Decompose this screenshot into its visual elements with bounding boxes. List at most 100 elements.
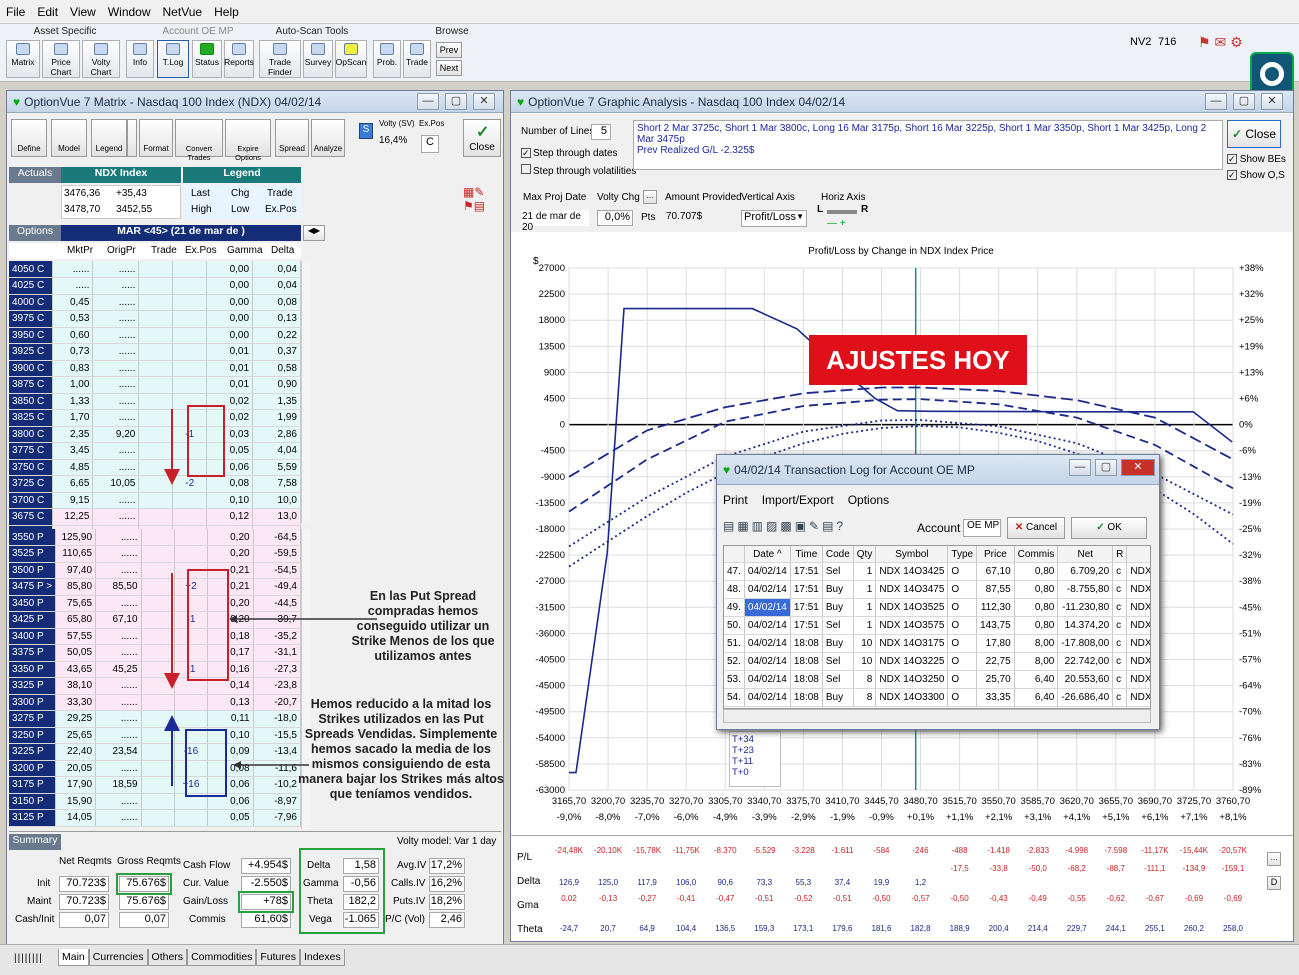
volty-value[interactable]: 16,4% (379, 135, 419, 151)
table-row[interactable]: 3175 P 17,90 18,59 +16 0,06 -10,2 (9, 776, 302, 794)
maximize-button[interactable]: ▢ (445, 93, 467, 110)
table-row[interactable]: 3125 P 14,05...... 0,05 -7,96 (9, 809, 302, 827)
table-row[interactable]: 47. 04/02/14 17:51 Sel 1 NDX 14O3425 O 67,10 0,8… (724, 562, 1150, 581)
column-header[interactable]: R (1112, 546, 1128, 563)
mini-toggle[interactable] (127, 119, 137, 157)
table-row[interactable]: 3725 C 6,65 10,05 -2 0,08 7,58 (9, 475, 301, 493)
column-header[interactable]: Desc (1126, 546, 1150, 563)
analyze-button[interactable]: Analyze (311, 119, 345, 157)
spread-button[interactable]: Spread (275, 119, 309, 157)
table-row[interactable]: 3450 P 75,65...... 0,20 -44,5 (9, 595, 302, 612)
column-header[interactable]: Symbol (875, 546, 949, 563)
maximize-button[interactable]: ▢ (1095, 459, 1117, 476)
legend-button[interactable]: Legend (91, 119, 127, 157)
table-row[interactable]: 3150 P 15,90...... 0,06 -8,97 (9, 793, 302, 810)
maximize-button[interactable]: ▢ (1233, 93, 1255, 110)
series-header[interactable]: MAR <45> (21 de mar de ) (61, 225, 301, 241)
column-header[interactable]: Net (1057, 546, 1114, 563)
menu-file[interactable]: File (6, 5, 25, 19)
table-row[interactable]: 3675 C 12,25...... 0,12 13,0 (9, 508, 301, 526)
menu-view[interactable]: View (70, 5, 96, 19)
voltychg-input[interactable]: 0,0% (597, 210, 633, 226)
info-button[interactable]: Info (126, 40, 154, 78)
menu-window[interactable]: Window (108, 5, 151, 19)
show-bes-checkbox[interactable]: ✓ Show BEs (1227, 154, 1286, 165)
close-window-button[interactable]: ✕ (1121, 459, 1155, 476)
column-header[interactable]: Qty (853, 546, 877, 563)
haxis-slider[interactable] (827, 210, 857, 214)
txlog-horizontal-scrollbar[interactable] (723, 709, 1151, 723)
tab-scroll-icon[interactable]: |||||||| (14, 953, 43, 964)
trade-finder-button[interactable]: Trade Finder (259, 40, 301, 78)
table-row[interactable]: 3475 P >85,80 85,50 +2 0,21 -49,4 (9, 578, 302, 596)
strip-more-button[interactable]: ... (1267, 852, 1281, 866)
trade-button[interactable]: Trade (403, 40, 431, 78)
tab-futures[interactable]: Futures (256, 949, 300, 966)
column-header[interactable]: Type (947, 546, 978, 563)
expos-select[interactable]: C (421, 135, 439, 153)
group-account[interactable]: Account OE MP (158, 26, 238, 37)
column-header[interactable]: Code (822, 546, 854, 563)
txlog-tool-icons[interactable]: ▤▦▥▨▩▣✎▤? (723, 519, 887, 539)
txlog-menu-options[interactable]: Options (848, 493, 889, 507)
tab-indexes[interactable]: Indexes (299, 949, 345, 966)
reports-button[interactable]: Reports (224, 40, 254, 78)
table-row[interactable]: 48. 04/02/14 17:51 Buy 1 NDX 14O3475 O 87,55 0,8… (724, 580, 1150, 599)
table-row[interactable]: 51. 04/02/14 18:08 Buy 10 NDX 14O3175 O 17,80 8,… (724, 634, 1150, 653)
prob-button[interactable]: Prob. (373, 40, 401, 78)
expire-options-button[interactable]: Expire Options (225, 119, 271, 162)
strip-d-button[interactable]: D (1267, 876, 1281, 890)
table-row[interactable]: 3850 C 1,33...... 0,02 1,35 (9, 393, 301, 410)
side-tools-icons[interactable]: ▦✎ ⚑▤ (463, 185, 499, 219)
survey-button[interactable]: Survey (303, 40, 333, 78)
vaxis-select[interactable]: Profit/Loss ▼ (741, 210, 807, 227)
price-chart-button[interactable]: Price Chart (42, 40, 80, 78)
column-header[interactable]: Date ^ (744, 546, 791, 563)
table-row[interactable]: 3950 C 0,60...... 0,00 0,22 (9, 327, 301, 344)
table-row[interactable]: 4050 C............ 0,00 0,04 (9, 261, 301, 278)
opscan-button[interactable]: OpScan (335, 40, 367, 78)
maxproj-input[interactable]: 21 de mar de 20 (521, 210, 589, 233)
tab-main[interactable]: Main (58, 949, 89, 966)
table-row[interactable]: 3975 C 0,53...... 0,00 0,13 (9, 310, 301, 328)
column-header[interactable]: Time (790, 546, 823, 563)
ok-button[interactable]: ✓ OK (1071, 517, 1147, 539)
matrix-close-button[interactable]: ✓ Close (463, 119, 501, 157)
minimize-button[interactable]: — (417, 93, 439, 110)
table-row[interactable]: 49. 04/02/14 17:51 Buy 1 NDX 14O3525 O 112,30 0,… (724, 598, 1150, 617)
format-button[interactable]: Format (139, 119, 173, 157)
menu-netvue[interactable]: NetVue (163, 5, 203, 19)
step-vol-checkbox[interactable]: Step through volatilities (521, 164, 636, 177)
minimize-button[interactable]: — (1069, 459, 1091, 476)
define-button[interactable]: Define (11, 119, 47, 157)
tab-others[interactable]: Others (147, 949, 188, 966)
cancel-button[interactable]: ✕ Cancel (1007, 517, 1065, 539)
close-window-button[interactable]: ✕ (1261, 93, 1283, 110)
browse-next-button[interactable]: Next (436, 60, 462, 76)
show-os-checkbox[interactable]: ✓ Show O,S (1227, 170, 1285, 181)
table-row[interactable]: 3525 P 110,65...... 0,20 -59,5 (9, 545, 302, 563)
table-row[interactable]: 54. 04/02/14 18:08 Buy 8 NDX 14O3300 O 33,35 6,4… (724, 688, 1150, 707)
tlog-button[interactable]: T.Log (157, 40, 189, 78)
account-select[interactable]: OE MP (963, 519, 1001, 537)
volty-chart-button[interactable]: Volty Chart (82, 40, 120, 78)
graph-close-button[interactable]: ✓ Close (1227, 120, 1281, 148)
haxis-zoom-controls[interactable]: — + (827, 218, 857, 229)
s-toggle-icon[interactable]: S (359, 123, 373, 139)
calls-scrollbar[interactable] (301, 261, 311, 523)
txlog-menu-print[interactable]: Print (723, 493, 748, 507)
tray-icons[interactable]: ⚑✉⚙ (1198, 34, 1258, 74)
minimize-button[interactable]: — (1205, 93, 1227, 110)
series-nav-arrows[interactable]: ◀▶ (303, 225, 325, 241)
matrix-button[interactable]: Matrix (6, 40, 40, 78)
status-button[interactable]: Status (192, 40, 222, 78)
table-row[interactable]: 4000 C 0,45...... 0,00 0,08 (9, 294, 301, 311)
txlog-menu-import-export[interactable]: Import/Export (762, 493, 834, 507)
table-row[interactable]: 3925 C 0,73...... 0,01 0,37 (9, 343, 301, 361)
table-row[interactable]: 3550 P 125,90...... 0,20 -64,5 (9, 529, 302, 546)
model-button[interactable]: Model (51, 119, 87, 157)
table-row[interactable]: 3900 C 0,83...... 0,01 0,58 (9, 360, 301, 377)
step-dates-checkbox[interactable]: ✓ Step through dates (521, 148, 618, 159)
table-row[interactable]: 53. 04/02/14 18:08 Sel 8 NDX 14O3250 O 25,70 6,4… (724, 670, 1150, 689)
table-row[interactable]: 3700 C 9,15...... 0,10 10,0 (9, 492, 301, 509)
